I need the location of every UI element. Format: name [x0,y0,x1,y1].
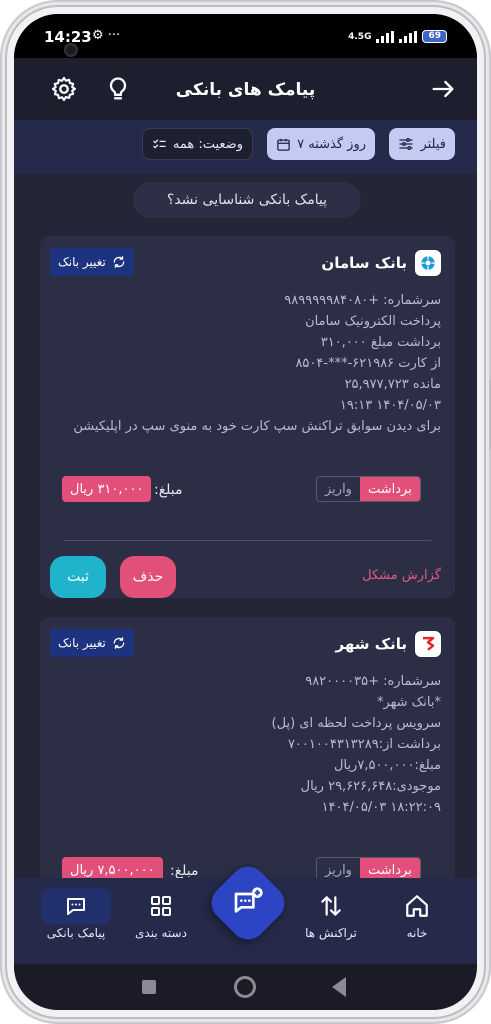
status-filter-label: وضعیت: همه [172,136,243,152]
filter-bar: فیلتر ۷ روز گذشته وضعیت: همه [14,120,477,174]
app-screen: 14:23 ⚙ ··· 4.5G 69 پیامک های بانکی فیلت… [14,14,477,1010]
checklist-icon [153,139,166,149]
amount-label: مبلغ: [170,863,199,879]
nav-sms-label: پیامک بانکی [46,926,106,940]
recents-icon[interactable] [142,980,156,994]
grid-icon [125,888,197,924]
status-filter-chip[interactable]: وضعیت: همه [141,128,253,160]
sms-line: پرداخت الکترونیک سامان [305,314,441,329]
sms-line: از کارت ۶۲۱۹۸۶-***-۸۵۰۴ [295,356,441,371]
sms-line: برداشت مبلغ ۳۱۰,۰۰۰ [320,335,441,350]
home-icon [381,888,453,924]
refresh-icon [113,637,125,649]
change-bank-button[interactable]: تغییر بانک [50,248,134,276]
sms-body: سرشماره: +۹۸۲۰۰۰۰۳۵ *بانک شهر* سرویس پرد… [54,671,441,818]
camera-cutout [64,43,78,57]
home-button-icon[interactable] [234,976,256,998]
amount-value: ۳۱۰,۰۰۰ ریال [62,476,152,502]
status-bar: 14:23 ⚙ ··· 4.5G 69 [14,14,477,58]
bank-name: بانک سامان [321,254,407,272]
nav-transactions-label: تراکنش ها [305,926,357,940]
nav-home-label: خانه [406,926,428,940]
bank-header: بانک شهر [336,631,441,657]
battery-icon: 69 [422,30,447,43]
sms-line: مانده ۲۵,۹۷۷,۷۲۳ [344,377,441,392]
nav-categories-label: دسته بندی [135,926,187,940]
swap-arrows-icon [295,888,367,924]
system-navigation [14,964,477,1010]
nav-transactions[interactable]: تراکنش ها [295,888,367,940]
filter-button[interactable]: فیلتر [389,128,455,160]
sms-line: برای دیدن سوابق تراکنش سپ کارت خود به من… [73,419,441,434]
sms-line: مبلغ:۷,۵۰۰,۰۰۰ریال [334,758,441,773]
sliders-icon [399,138,414,150]
amount-label: مبلغ: [154,482,183,498]
date-range-label: ۷ روز گذشته [297,136,366,152]
chat-plus-icon [234,887,263,913]
nav-home[interactable]: خانه [381,888,453,940]
sms-line: ۱۴۰۴/۰۵/۰۳ ۱۹:۱۳ [339,398,441,413]
transaction-type-toggle: واریز برداشت [316,476,421,502]
date-range-chip[interactable]: ۷ روز گذشته [267,128,375,160]
sms-line: *بانک شهر* [376,695,441,710]
signal-icon [376,30,395,43]
refresh-icon [113,256,125,268]
bank-name: بانک شهر [335,635,407,653]
sms-card: بانک سامان تغییر بانک سرشماره: +۹۸۹۹۹۹۹۸… [40,236,455,598]
notification-icons: ⚙ ··· [92,28,121,43]
saman-logo-icon [415,250,441,276]
withdraw-option[interactable]: برداشت [359,477,420,501]
page-title: پیامک های بانکی [175,80,316,100]
report-problem-link[interactable]: گزارش مشکل [362,568,441,583]
sms-line: سرشماره: +۹۸۲۰۰۰۰۳۵ [305,674,441,689]
bank-header: بانک سامان [321,250,441,276]
change-bank-label: تغییر بانک [58,255,106,269]
chat-icon [41,888,111,924]
sms-line: ۱۸:۲۲:۰۹ ۱۴۰۴/۰۵/۰۳ [321,800,441,815]
signal2-icon [399,30,418,43]
change-bank-label: تغییر بانک [58,636,106,650]
sms-line: سرشماره: +۹۸۹۹۹۹۹۸۴۰۸۰ [284,293,441,308]
shahr-logo-icon [415,631,441,657]
phone-frame: 14:23 ⚙ ··· 4.5G 69 پیامک های بانکی فیلت… [0,0,491,1024]
deposit-option[interactable]: واریز [317,477,360,501]
change-bank-button[interactable]: تغییر بانک [50,629,134,657]
back-arrow-icon[interactable] [429,75,457,103]
back-icon[interactable] [332,977,346,997]
status-right: 4.5G 69 [348,30,447,43]
filter-label: فیلتر [420,136,446,152]
sms-line: سرویس پرداخت لحظه ای (پل) [271,716,441,731]
nav-sms[interactable]: پیامک بانکی [40,888,112,940]
save-button[interactable]: ثبت [50,556,106,598]
calendar-icon [277,138,290,151]
delete-button[interactable]: حذف [120,556,176,598]
unrecognized-sms-button[interactable]: پیامک بانکی شناسایی نشد؟ [133,182,361,218]
sms-line: موجودی:۲۹,۶۲۶,۶۴۸ ریال [300,779,441,794]
card-divider [64,540,431,541]
sms-line: برداشت از:۷۰۰۱۰۰۴۳۱۳۲۸۹ [287,737,441,752]
network-label: 4.5G [348,31,372,42]
nav-categories[interactable]: دسته بندی [125,888,197,940]
sms-body: سرشماره: +۹۸۹۹۹۹۹۸۴۰۸۰ پرداخت الکترونیک … [54,290,441,437]
app-header: پیامک های بانکی [14,58,477,120]
